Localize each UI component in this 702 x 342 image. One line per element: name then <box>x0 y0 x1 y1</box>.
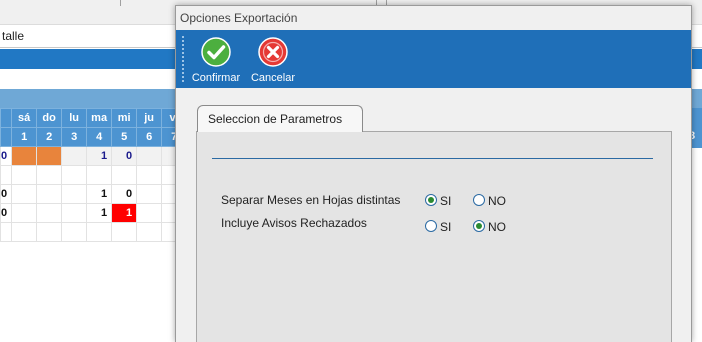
day-number: 4 <box>86 127 113 147</box>
radio-no[interactable] <box>473 220 485 232</box>
radio-no-label[interactable]: NO <box>488 194 506 208</box>
grid-cell[interactable]: 0 <box>111 184 138 204</box>
grid-cell[interactable]: 1 <box>86 184 113 204</box>
grid-cell[interactable] <box>36 222 63 242</box>
day-number-row: 1 2 3 4 5 6 7 <box>0 127 188 147</box>
confirm-button[interactable]: Confirmar <box>188 33 244 87</box>
tab-label: Seleccion de Parametros <box>208 112 343 126</box>
grid-cell[interactable] <box>61 165 88 185</box>
confirm-label: Confirmar <box>191 72 241 84</box>
cancel-label: Cancelar <box>250 72 296 84</box>
grid-cell[interactable] <box>111 222 138 242</box>
grid-cell[interactable] <box>136 203 163 223</box>
dialog-content: Separar Meses en Hojas distintas SI NO I… <box>176 88 691 342</box>
weekday-header: do <box>36 108 63 128</box>
grid-cell[interactable] <box>61 184 88 204</box>
radio-si-label[interactable]: SI <box>440 220 451 234</box>
grid-cell[interactable] <box>86 222 113 242</box>
background-field-text: talle <box>2 29 25 43</box>
weekday-header: sá <box>11 108 38 128</box>
grid-cell[interactable] <box>36 184 63 204</box>
tab-seleccion-de-parametros[interactable]: Seleccion de Parametros <box>197 105 363 132</box>
grid-cell[interactable]: 1 <box>86 203 113 223</box>
row-value: 0 <box>0 184 13 204</box>
option-question: Incluye Avisos Rechazados <box>221 216 367 230</box>
close-icon <box>258 37 288 67</box>
grid-cell[interactable]: 0 <box>111 146 138 166</box>
section-divider <box>212 158 653 159</box>
grid-cell[interactable] <box>111 165 138 185</box>
table-row[interactable] <box>0 222 188 242</box>
grid-cell[interactable] <box>136 222 163 242</box>
option-question: Separar Meses en Hojas distintas <box>221 193 401 207</box>
day-number: 1 <box>11 127 38 147</box>
dialog-toolbar: Confirmar Cancelar <box>176 30 691 88</box>
day-number: 3 <box>61 127 88 147</box>
grid-cell[interactable] <box>36 203 63 223</box>
row-value <box>0 222 13 242</box>
dialog-title: Opciones Exportación <box>180 11 298 25</box>
grid-cell[interactable] <box>11 222 38 242</box>
dialog-title-bar[interactable]: Opciones Exportación <box>176 6 691 30</box>
grid-cell[interactable]: 1 <box>86 146 113 166</box>
weekday-header: ma <box>86 108 113 128</box>
day-number: 6 <box>136 127 163 147</box>
grid-cell[interactable] <box>86 165 113 185</box>
row-value: 0 <box>0 203 13 223</box>
weekday-header-row: sá do lu ma mi ju vi <box>0 108 188 128</box>
radio-si[interactable] <box>425 220 437 232</box>
grid-cell[interactable] <box>11 203 38 223</box>
grid-cell[interactable] <box>11 146 38 166</box>
day-number: 2 <box>36 127 63 147</box>
weekday-header: mi <box>111 108 138 128</box>
radio-no[interactable] <box>473 194 485 206</box>
calendar-grid: sá do lu ma mi ju vi 1 2 3 4 5 6 7 0 1 0 <box>0 108 188 242</box>
divider <box>120 0 121 6</box>
table-row[interactable] <box>0 165 188 185</box>
radio-si-label[interactable]: SI <box>440 194 451 208</box>
grid-cell[interactable] <box>136 146 163 166</box>
table-row[interactable]: 0 1 0 <box>0 146 188 166</box>
table-row[interactable]: 0 1 1 <box>0 203 188 223</box>
radio-no-label[interactable]: NO <box>488 220 506 234</box>
grid-cell[interactable] <box>11 184 38 204</box>
table-row[interactable]: 0 1 0 <box>0 184 188 204</box>
grid-cell[interactable] <box>61 203 88 223</box>
cancel-button[interactable]: Cancelar <box>246 33 300 87</box>
row-value <box>0 165 13 185</box>
grid-cell[interactable] <box>36 165 63 185</box>
grid-cell[interactable] <box>136 165 163 185</box>
export-options-dialog: Opciones Exportación Confirmar Cancelar … <box>175 5 692 342</box>
grid-cell[interactable] <box>136 184 163 204</box>
radio-si[interactable] <box>425 194 437 206</box>
weekday-header: lu <box>61 108 88 128</box>
check-icon <box>201 37 231 67</box>
parameters-tab-panel: Separar Meses en Hojas distintas SI NO I… <box>196 131 672 342</box>
day-number: 5 <box>111 127 138 147</box>
grid-cell[interactable] <box>61 146 88 166</box>
grid-cell[interactable]: 1 <box>111 203 138 223</box>
weekday-header: ju <box>136 108 163 128</box>
grid-cell[interactable] <box>36 146 63 166</box>
grid-cell[interactable] <box>61 222 88 242</box>
toolbar-grip[interactable] <box>182 36 184 82</box>
grid-cell[interactable] <box>11 165 38 185</box>
row-value: 0 <box>0 146 13 166</box>
